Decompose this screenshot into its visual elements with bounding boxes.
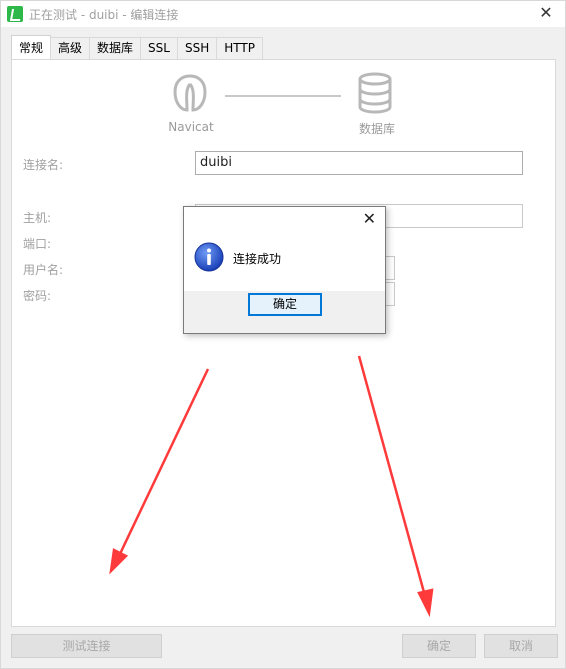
dialog-message: 连接成功 (233, 252, 282, 266)
dialog-body: 连接成功 (184, 231, 385, 291)
connection-name-label: 连接名: (23, 158, 64, 172)
navicat-app-icon (7, 6, 23, 22)
connection-line (225, 95, 341, 97)
title-bar: 正在测试 - duibi - 编辑连接 ✕ (1, 1, 565, 27)
info-icon (194, 242, 224, 272)
tab-general[interactable]: 常规 (11, 35, 52, 59)
tab-bar: 常规 高级 数据库 SSL SSH HTTP (11, 35, 263, 59)
tab-http[interactable]: HTTP (216, 37, 263, 59)
success-dialog: ✕ 连接成功 确定 (183, 206, 386, 334)
dialog-title-bar: ✕ (184, 207, 385, 231)
navicat-label: Navicat (168, 120, 214, 134)
general-panel: Navicat 数据库 连接名: duibi 主机: 端口: 用户名: 密码: (11, 59, 556, 627)
database-icon (358, 72, 392, 114)
dialog-close-icon[interactable]: ✕ (363, 209, 376, 229)
test-connection-button[interactable]: 测试连接 (11, 634, 162, 658)
edit-connection-window: 正在测试 - duibi - 编辑连接 ✕ 常规 高级 数据库 SSL SSH … (0, 0, 566, 669)
port-label: 端口: (23, 237, 52, 251)
navicat-logo-icon (173, 74, 207, 112)
database-label: 数据库 (358, 122, 395, 136)
dialog-ok-button[interactable]: 确定 (248, 293, 322, 316)
tab-ssh[interactable]: SSH (176, 37, 218, 59)
window-title: 正在测试 - duibi - 编辑连接 (29, 8, 179, 22)
connection-name-input[interactable]: duibi (195, 151, 523, 175)
username-label: 用户名: (23, 263, 64, 277)
password-label: 密码: (23, 289, 52, 303)
connection-diagram: Navicat 数据库 (167, 70, 417, 140)
tab-database[interactable]: 数据库 (89, 37, 142, 59)
cancel-button[interactable]: 取消 (484, 634, 558, 658)
host-label: 主机: (23, 211, 52, 225)
ok-button[interactable]: 确定 (402, 634, 476, 658)
close-icon[interactable]: ✕ (537, 4, 555, 22)
tab-ssl[interactable]: SSL (140, 37, 178, 59)
tab-advanced[interactable]: 高级 (50, 37, 91, 59)
